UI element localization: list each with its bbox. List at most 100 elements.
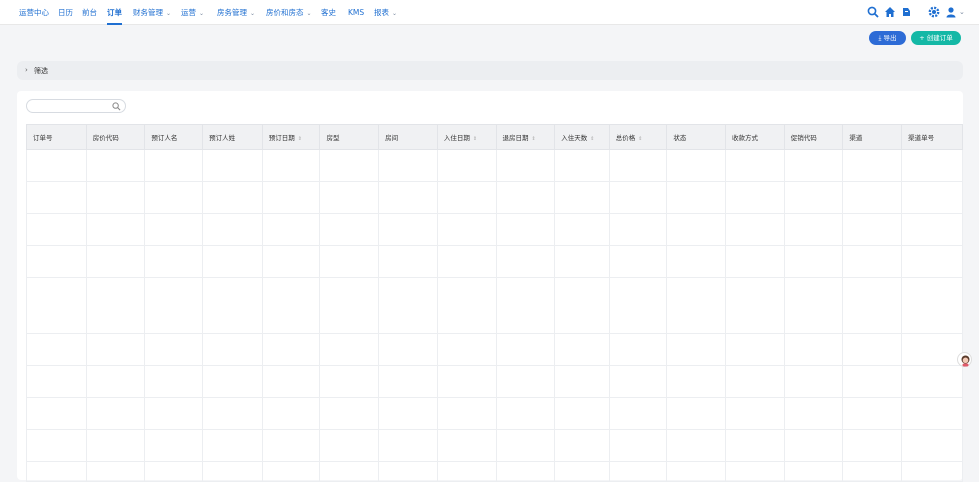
- search-icon[interactable]: [867, 6, 879, 18]
- column-header[interactable]: 入住天数 ⇕: [554, 124, 610, 150]
- table-cell: [842, 365, 903, 398]
- settings-icon[interactable]: [928, 6, 940, 18]
- user-menu-chevron-icon[interactable]: ⌄: [959, 0, 965, 25]
- table-cell: [319, 397, 380, 430]
- table-cell: [319, 213, 380, 246]
- table-cell: [319, 181, 380, 214]
- nav-item-5[interactable]: 运营 ⌄: [181, 0, 204, 25]
- user-icon[interactable]: [945, 6, 957, 18]
- table-cell: [842, 181, 903, 214]
- filter-panel[interactable]: › 筛选: [17, 61, 963, 80]
- table-cell: [495, 397, 556, 430]
- table-row[interactable]: [26, 149, 963, 182]
- table-cell: [144, 213, 204, 246]
- table-cell: [554, 429, 610, 462]
- table-cell: [666, 277, 727, 334]
- column-header[interactable]: 总价格 ⇕: [608, 124, 668, 150]
- export-button[interactable]: ⤓ 导出: [869, 31, 906, 45]
- table-row[interactable]: [26, 365, 963, 398]
- table-cell: [901, 365, 963, 398]
- column-header[interactable]: 退房日期 ⇕: [495, 124, 556, 150]
- nav-item-10[interactable]: 报表 ⌄: [374, 0, 397, 25]
- table-cell: [842, 213, 903, 246]
- sort-icon[interactable]: ⇕: [473, 136, 477, 142]
- table-cell: [666, 461, 727, 482]
- table-cell: [554, 245, 610, 278]
- table-row[interactable]: [26, 461, 963, 482]
- sort-icon[interactable]: ⇕: [590, 136, 594, 142]
- nav-item-1[interactable]: 日历: [58, 0, 73, 25]
- table-cell: [436, 333, 497, 366]
- sort-icon[interactable]: ⇕: [298, 136, 302, 142]
- table-cell: [842, 245, 903, 278]
- column-header: 渠道单号: [901, 124, 963, 150]
- table-cell: [261, 429, 321, 462]
- table-cell: [608, 429, 668, 462]
- column-header: 预订人姓: [202, 124, 263, 150]
- sort-icon[interactable]: ⇕: [638, 136, 642, 142]
- nav-item-4[interactable]: 财务管理 ⌄: [133, 0, 171, 25]
- table-cell: [378, 365, 438, 398]
- nav-item-0[interactable]: 运营中心: [19, 0, 49, 25]
- table-cell: [319, 245, 380, 278]
- create-order-button[interactable]: + 创建订单: [911, 31, 961, 45]
- chevron-down-icon: ⌄: [199, 10, 205, 17]
- table-cell: [608, 277, 668, 334]
- table-cell: [436, 365, 497, 398]
- table-row[interactable]: [26, 397, 963, 430]
- table-cell: [378, 333, 438, 366]
- notification-icon[interactable]: [900, 6, 912, 18]
- table-cell: [436, 429, 497, 462]
- table-cell: [725, 461, 785, 482]
- nav-item-9[interactable]: KMS: [348, 0, 364, 25]
- table-row[interactable]: [26, 245, 963, 278]
- table-cell: [666, 213, 727, 246]
- table-row[interactable]: [26, 277, 963, 334]
- table-cell: [378, 149, 438, 182]
- table-cell: [436, 181, 497, 214]
- column-header-label: 预订日期: [268, 134, 295, 142]
- table-cell: [319, 429, 380, 462]
- column-header-label: 渠道单号: [908, 134, 935, 142]
- search-input[interactable]: [26, 99, 126, 113]
- nav-item-6[interactable]: 房务管理 ⌄: [217, 0, 255, 25]
- table-cell: [319, 365, 380, 398]
- table-cell: [436, 245, 497, 278]
- table-cell: [261, 277, 321, 334]
- table-cell: [901, 181, 963, 214]
- search-icon[interactable]: [112, 102, 121, 111]
- nav-item-2[interactable]: 前台: [82, 0, 97, 25]
- nav-item-label: 运营中心: [19, 8, 49, 17]
- column-header[interactable]: 预订日期 ⇕: [261, 124, 321, 150]
- nav-item-7[interactable]: 房价和房态 ⌄: [266, 0, 312, 25]
- table-cell: [783, 333, 844, 366]
- table-cell: [783, 277, 844, 334]
- table-cell: [495, 245, 556, 278]
- column-header-label: 入住日期: [443, 134, 470, 142]
- table-cell: [378, 213, 438, 246]
- table-cell: [85, 277, 146, 334]
- nav-item-8[interactable]: 客史: [321, 0, 336, 25]
- table-cell: [436, 149, 497, 182]
- table-row[interactable]: [26, 213, 963, 246]
- nav-item-label: 日历: [58, 8, 73, 17]
- table-cell: [319, 333, 380, 366]
- table-row[interactable]: [26, 333, 963, 366]
- table-row[interactable]: [26, 181, 963, 214]
- column-header-label: 收款方式: [732, 134, 759, 142]
- table-cell: [554, 461, 610, 482]
- table-cell: [495, 213, 556, 246]
- table-cell: [666, 429, 727, 462]
- nav-item-3[interactable]: 订单: [107, 0, 122, 25]
- home-icon[interactable]: [884, 6, 896, 18]
- table-header-row: 订单号 房价代码 预订人名 预订人姓 预订日期 ⇕ 房型 房间 入住日期 ⇕ 退房日期 ⇕ 入住天数 ⇕ 总…: [26, 124, 963, 150]
- sort-icon[interactable]: ⇕: [532, 136, 536, 142]
- table-cell: [144, 181, 204, 214]
- support-avatar-button[interactable]: [957, 352, 972, 367]
- table-row[interactable]: [26, 429, 963, 462]
- column-header[interactable]: 入住日期 ⇕: [436, 124, 497, 150]
- table-cell: [783, 149, 844, 182]
- table-cell: [202, 245, 263, 278]
- avatar-icon: [961, 355, 970, 367]
- nav-item-label: 订单: [107, 8, 122, 17]
